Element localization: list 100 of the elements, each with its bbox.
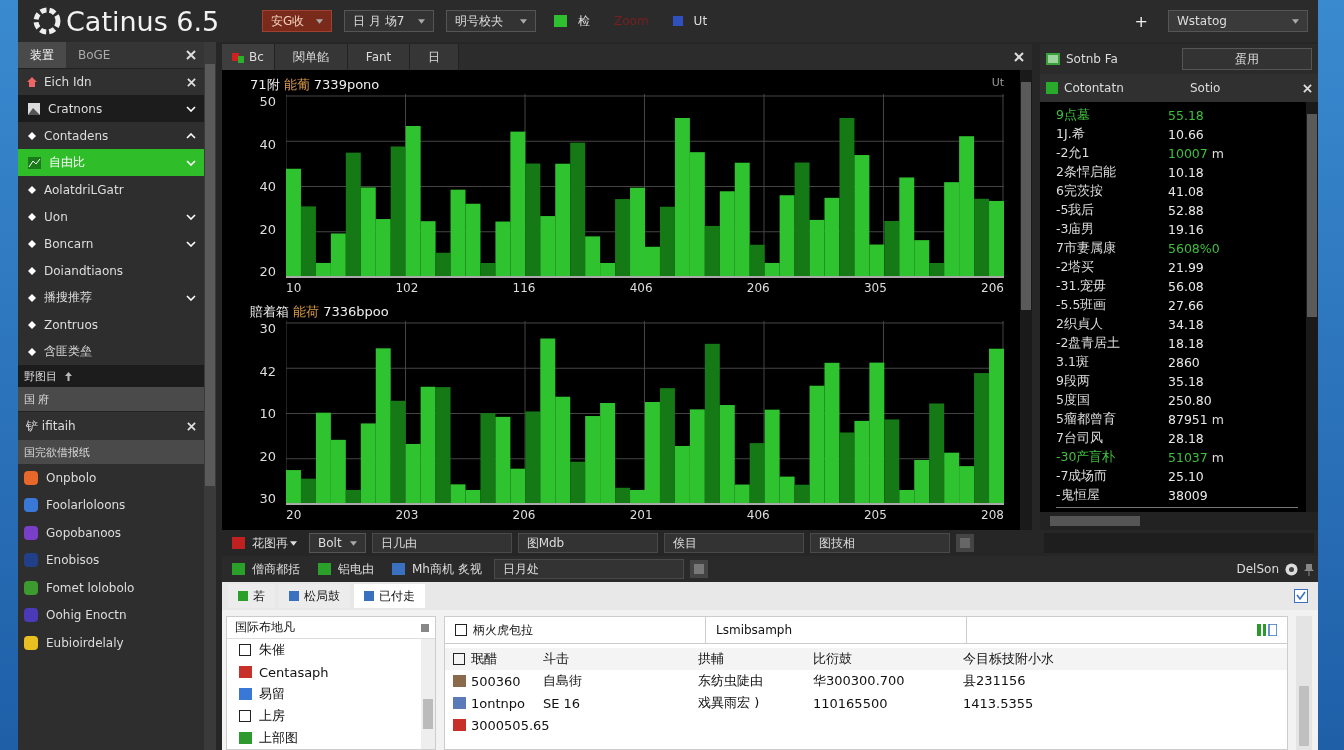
input-field[interactable]: 图技相	[809, 533, 950, 553]
scrollbar[interactable]	[1020, 70, 1032, 530]
row-name: -2盘青居土	[1056, 335, 1122, 352]
scrollbar[interactable]	[1040, 512, 1318, 530]
dropdown[interactable]: 蛋用	[1182, 48, 1312, 70]
dropdown[interactable]: 明号校夬	[446, 10, 536, 32]
axis-label: 30	[259, 491, 276, 506]
editor-tab[interactable]: Fant	[347, 44, 411, 70]
axis-label: 20	[286, 508, 302, 522]
axis-label: 40	[259, 136, 276, 152]
close-icon[interactable]	[1014, 52, 1024, 62]
column-header[interactable]: 珉醋	[453, 650, 543, 668]
sidebar-item[interactable]: 播搜推荐	[18, 284, 204, 311]
toolbar-button[interactable]: Mh商机 炙视	[386, 558, 488, 580]
sidebar-item[interactable]: Uon	[18, 203, 204, 230]
sidebar-item[interactable]: Cratnons	[18, 95, 204, 122]
list-item[interactable]: 易留	[239, 683, 421, 705]
app-item[interactable]: Gopobanoos	[18, 519, 204, 547]
column-header[interactable]: 斗击	[543, 650, 698, 668]
axis-label: 40	[259, 179, 276, 194]
close-icon[interactable]	[187, 77, 196, 87]
input-field[interactable]: 图Mdb	[517, 533, 658, 553]
table-cell-text: 1413.5355	[963, 695, 1035, 711]
filter-field[interactable]: 柄火虎包拉	[445, 617, 706, 643]
row-name: 1J.希	[1056, 126, 1086, 143]
row-value: 35.18	[1168, 374, 1204, 389]
columns-icon[interactable]	[1257, 624, 1277, 636]
diamond-icon	[28, 266, 36, 275]
editor-tab[interactable]: 日	[410, 44, 460, 70]
app-item[interactable]: Foolarloloons	[18, 491, 204, 519]
scroll-button[interactable]	[421, 623, 429, 632]
scrollbar[interactable]	[1296, 616, 1312, 750]
list-item[interactable]: 朱催	[239, 639, 421, 661]
add-button[interactable]: +	[1126, 11, 1156, 31]
panel-title: Eich Idn	[44, 75, 92, 89]
sidebar-item[interactable]: Doiandtiaons	[18, 257, 204, 284]
editor-tab[interactable]: Bc	[222, 44, 275, 70]
workspace-dropdown[interactable]: Wstatog	[1168, 10, 1308, 32]
close-icon[interactable]	[187, 421, 196, 431]
list-item[interactable]: 上房	[239, 705, 421, 727]
filter-field[interactable]: Lsmibsamph	[706, 617, 967, 643]
list-item[interactable]: 上部图	[239, 727, 421, 749]
panel-tab[interactable]: 若	[228, 584, 275, 608]
section-title: 野图目	[24, 368, 57, 384]
panel-title: 铲 ifitaih	[26, 417, 76, 435]
image-icon	[1046, 53, 1060, 65]
app-item[interactable]: Oohig Enoctn	[18, 601, 204, 629]
close-icon[interactable]	[186, 50, 196, 60]
app-item[interactable]: Fomet lolobolo	[18, 574, 204, 602]
panel-tab[interactable]: 已付走	[354, 584, 425, 608]
row-value: 18.18	[1168, 336, 1204, 351]
editor-tab[interactable]: 関单餡	[274, 44, 348, 70]
home-icon	[26, 76, 38, 88]
scrollbar[interactable]	[204, 42, 216, 750]
input-field[interactable]: 日几由	[371, 533, 512, 553]
row-value: 21.99	[1168, 260, 1204, 275]
list-item[interactable]: Centasaph	[239, 661, 421, 683]
scrollbar[interactable]	[1306, 102, 1318, 512]
row-value: 10.66	[1168, 127, 1204, 142]
input-field[interactable]: 日月处	[493, 559, 684, 579]
sidebar-item[interactable]: Zontruos	[18, 311, 204, 338]
menu-button[interactable]: 花图再	[226, 532, 303, 554]
column-header[interactable]: 比衍鼓	[813, 650, 963, 668]
axis-label: 206	[746, 281, 770, 295]
dropdown[interactable]: 日 月 场7	[344, 10, 434, 32]
chart-corner-label: Ut	[991, 76, 1004, 91]
dropdown[interactable]: 安G收	[262, 10, 332, 32]
input-field[interactable]: 俟目	[663, 533, 804, 553]
table-cell-text: 华300300.700	[813, 672, 906, 690]
app-item[interactable]: Eubioirdelaly	[18, 629, 204, 657]
dropdown[interactable]: Bolt	[309, 533, 366, 553]
toolbar-button[interactable]	[689, 560, 708, 578]
toolbar-button[interactable]	[955, 534, 974, 552]
axis-label: 201	[629, 508, 653, 522]
toolbar-button[interactable]: 僧商都括	[226, 558, 306, 580]
sidebar-item[interactable]: AolatdriLGatr	[18, 176, 204, 203]
panel-tab[interactable]: 松局鼓	[279, 584, 350, 608]
column-header[interactable]: 拱輔	[698, 650, 813, 668]
checkbox-icon[interactable]	[1294, 589, 1308, 603]
close-icon[interactable]	[1303, 83, 1312, 93]
list-title: 国际布地凡	[235, 619, 295, 636]
flag-icon	[232, 51, 245, 63]
app-item[interactable]: Enobisos	[18, 546, 204, 574]
tool-button[interactable]: 检	[548, 10, 596, 32]
sidebar-item[interactable]: 含匪类垒	[18, 338, 204, 365]
sidebar-item[interactable]: Contadens	[18, 122, 204, 149]
app-item[interactable]: Onpbolo	[18, 464, 204, 492]
tool-button[interactable]: Ut	[666, 12, 714, 30]
pin-icon[interactable]	[1304, 562, 1314, 576]
row-value: 19.16	[1168, 222, 1204, 237]
diamond-icon	[28, 293, 36, 302]
row-value: 5608%0	[1168, 241, 1220, 256]
sidebar-item[interactable]: Boncarn	[18, 230, 204, 257]
sidebar-tab[interactable]: 装置	[18, 42, 66, 68]
toolbar-button[interactable]: 铝电由	[312, 558, 380, 580]
sidebar-tab[interactable]: BoGE	[66, 42, 123, 68]
table-cell-text: SE 16	[543, 695, 582, 711]
column-header[interactable]: 今目栎技附小水	[963, 650, 1287, 668]
row-value: 27.66	[1168, 298, 1204, 313]
scrollbar[interactable]	[421, 639, 435, 749]
